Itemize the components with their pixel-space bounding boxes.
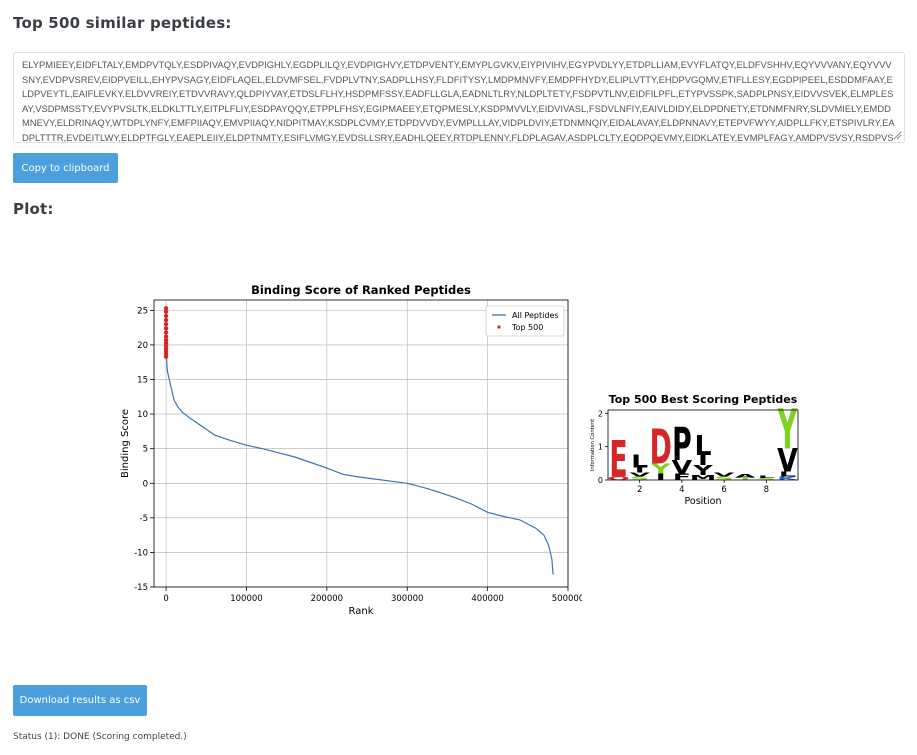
- y-tick-label: 5: [143, 445, 148, 455]
- legend-top500: Top 500: [511, 323, 543, 332]
- logo-title: Top 500 Best Scoring Peptides: [609, 393, 798, 406]
- logo-x-tick-label: 8: [764, 485, 769, 495]
- top-peptides-heading: Top 500 similar peptides:: [13, 14, 232, 32]
- y-ticks: -15 -10 -5 0 5 10 15 20 25: [134, 306, 154, 593]
- plot-heading: Plot:: [13, 200, 54, 218]
- top500-points: [163, 306, 169, 359]
- top500-point: [163, 326, 169, 331]
- logo-x-tick-label: 2: [637, 485, 642, 495]
- logo-letter-l: L: [631, 452, 648, 472]
- sequence-logo-chart: QE SVILIYDFVPMYILSVTASL KLVY 2468 012 Top …: [590, 393, 799, 507]
- y-axis-label: Binding Score: [120, 409, 131, 478]
- legend-dot-swatch: [497, 325, 501, 329]
- main-line-group: [165, 341, 554, 575]
- copy-to-clipboard-button[interactable]: Copy to clipboard: [13, 153, 118, 183]
- logo-y-tick-label: 1: [598, 443, 603, 452]
- logo-y-axis-label: Information Content: [590, 419, 596, 471]
- logo-letter-p: P: [672, 417, 692, 471]
- logo-letter-a: A: [735, 473, 756, 478]
- logo-letter-e: E: [609, 432, 627, 489]
- main-grid: [154, 300, 569, 588]
- peptides-text: ELYPMIEEY,EIDFLTALY,EMDPVTQLY,ESDPIVAQY,…: [22, 59, 895, 143]
- logo-letter-l: L: [758, 475, 775, 479]
- x-tick-label: 200000: [311, 594, 343, 604]
- logo-y-tick-label: 0: [598, 476, 603, 485]
- legend: All Peptides Top 500: [485, 305, 565, 337]
- resize-handle-icon[interactable]: [892, 130, 902, 140]
- logo-x-tick-label: 4: [679, 485, 684, 495]
- legend-all-peptides: All Peptides: [512, 311, 559, 320]
- logo-letter-y: Y: [777, 399, 797, 463]
- x-tick-label: 0: [163, 594, 168, 604]
- top500-point: [163, 330, 169, 335]
- logo-y-ticks: 0 1 2: [598, 409, 608, 485]
- y-tick-label: 15: [137, 376, 148, 386]
- y-tick-label: 20: [137, 341, 148, 351]
- logo-x-axis-label: Position: [685, 496, 722, 507]
- all-peptides-line: [165, 341, 554, 575]
- logo-letter-d: D: [650, 420, 672, 476]
- status-text: Status (1): DONE (Scoring completed.): [13, 732, 187, 742]
- peptides-textarea[interactable]: ELYPMIEEY,EIDFLTALY,EMDPVTQLY,ESDPIVAQY,…: [13, 52, 905, 143]
- top500-point: [163, 317, 169, 323]
- logo-letter-v: V: [714, 472, 735, 479]
- y-tick-label: -5: [140, 514, 148, 524]
- x-tick-label: 100000: [230, 594, 262, 604]
- y-tick-label: -15: [134, 583, 148, 593]
- top500-point: [163, 322, 169, 327]
- x-tick-label: 300000: [391, 594, 423, 604]
- y-tick-label: 10: [137, 410, 148, 420]
- y-tick-label: 0: [143, 479, 148, 489]
- download-csv-button[interactable]: Download results as csv: [13, 685, 147, 716]
- chart-title: Binding Score of Ranked Peptides: [251, 283, 471, 297]
- binding-score-chart: 0 100000 200000 300000 400000 500000 -15 -10 -5…: [120, 283, 582, 617]
- logo-letters: QE SVILIYDFVPMYILSVTASL KLVY: [607, 399, 799, 489]
- y-tick-label: 25: [137, 306, 148, 316]
- plot-frame: [153, 299, 569, 588]
- logo-y-tick-label: 2: [598, 409, 603, 418]
- top500-point: [163, 309, 169, 314]
- x-axis-label: Rank: [349, 606, 374, 617]
- x-tick-label: 400000: [471, 594, 503, 604]
- logo-letter-l: L: [694, 431, 711, 462]
- y-tick-label: -10: [134, 548, 148, 558]
- top500-point: [163, 313, 169, 319]
- top500-point: [163, 354, 169, 359]
- x-tick-label: 500000: [552, 594, 582, 604]
- logo-x-tick-label: 6: [721, 485, 726, 495]
- x-ticks: 0 100000 200000 300000 400000 500000: [163, 587, 582, 604]
